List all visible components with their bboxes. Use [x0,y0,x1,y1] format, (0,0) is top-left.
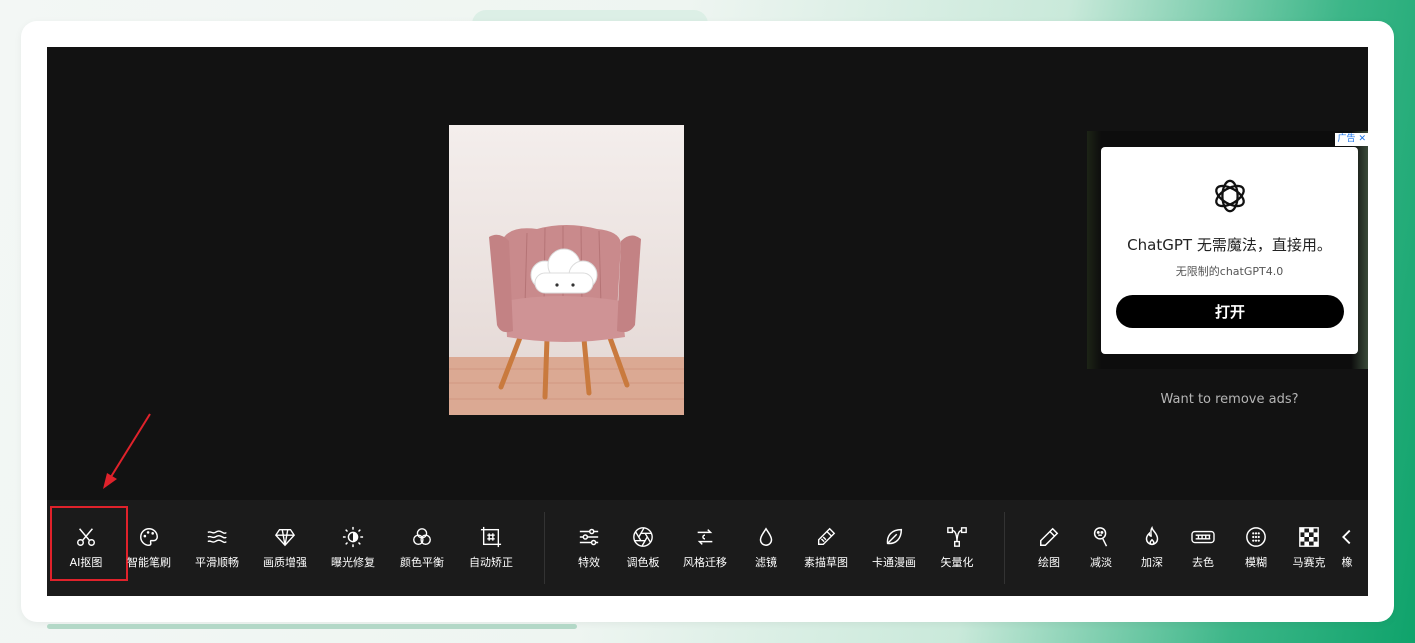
ad-banner[interactable]: 广告 ✕ ChatGPT 无需魔法，直接用。 无限制的chatGPT4.0 打开 [1087,131,1368,369]
waves-icon [207,530,227,544]
flame-icon [1145,526,1159,546]
sliders-icon [579,528,599,546]
drop-icon [759,527,773,546]
toolbar-divider [1004,512,1005,584]
ad-title: ChatGPT 无需魔法，直接用。 [1127,236,1332,254]
tool-label: AI抠图 [69,556,103,569]
leaf-icon [886,528,903,545]
aperture-icon [633,527,653,547]
tool-palette[interactable]: 调色板 [611,522,675,582]
pen-icon [1040,527,1059,546]
horizontal-scrollbar[interactable] [47,624,577,629]
tool-label: 颜色平衡 [400,556,444,569]
tool-eraser[interactable]: 橡 [1327,522,1367,582]
tool-label: 滤镜 [755,556,777,569]
diamond-icon [274,528,296,547]
tool-label: 卡通漫画 [872,556,916,569]
tool-filter[interactable]: 滤镜 [734,522,798,582]
tool-label: 曝光修复 [331,556,375,569]
sun-icon [342,526,364,548]
tool-label: 风格迁移 [683,556,727,569]
blur-icon [1246,527,1266,547]
scissors-icon [77,528,95,546]
ad-badge[interactable]: 广告 ✕ [1335,133,1368,146]
tool-auto-correct[interactable]: 自动矫正 [459,522,523,582]
tool-cartoon[interactable]: 卡通漫画 [862,522,926,582]
tool-label: 自动矫正 [469,556,513,569]
tool-vectorize[interactable]: 矢量化 [925,522,989,582]
ad-open-button[interactable]: 打开 [1116,295,1344,328]
tool-color-balance[interactable]: 颜色平衡 [390,522,454,582]
ad-card[interactable]: ChatGPT 无需魔法，直接用。 无限制的chatGPT4.0 打开 [1101,147,1358,354]
chair-illustration [449,125,684,415]
tool-smart-brush[interactable]: 智能笔刷 [117,522,181,582]
tool-bar: AI抠图 智能笔刷 平滑顺畅 画质增强 曝光修复 颜色平衡 自动矫正 特效 调色… [47,500,1368,596]
palette-icon [140,528,158,546]
canvas-image[interactable] [449,125,684,415]
toolbar-divider [544,512,545,584]
tool-ai-cutout[interactable]: AI抠图 [54,522,118,582]
dodge-icon [1093,527,1108,547]
editor-stage: 广告 ✕ ChatGPT 无需魔法，直接用。 无限制的chatGPT4.0 打开… [47,47,1368,596]
tool-label: 画质增强 [263,556,307,569]
rgb-circles-icon [413,528,431,546]
tool-label: 矢量化 [940,556,974,569]
remove-ads-link[interactable]: Want to remove ads? [1087,392,1368,407]
ad-subtitle: 无限制的chatGPT4.0 [1175,265,1284,278]
pencil-sketch-icon [817,527,836,546]
tool-exposure-fix[interactable]: 曝光修复 [321,522,385,582]
crop-frame-icon [480,526,502,548]
tool-smooth[interactable]: 平滑顺畅 [185,522,249,582]
tool-quality-enhance[interactable]: 画质增强 [253,522,317,582]
tool-label: 智能笔刷 [127,556,171,569]
vector-icon [947,527,967,547]
tool-label: 橡 [1341,556,1353,569]
ad-close-icon[interactable]: ✕ [1358,133,1366,146]
desaturate-icon [1191,530,1215,544]
tool-label: 素描草图 [804,556,848,569]
tool-label: 调色板 [626,556,660,569]
chevron-left-icon[interactable] [1336,526,1358,548]
tool-sketch[interactable]: 素描草图 [794,522,858,582]
tool-label: 平滑顺畅 [195,556,239,569]
ad-badge-label: 广告 [1337,134,1356,144]
mosaic-icon [1299,527,1319,547]
style-transfer-icon [697,529,713,545]
openai-logo-icon [1215,179,1245,213]
tool-style-transfer[interactable]: 风格迁移 [673,522,737,582]
